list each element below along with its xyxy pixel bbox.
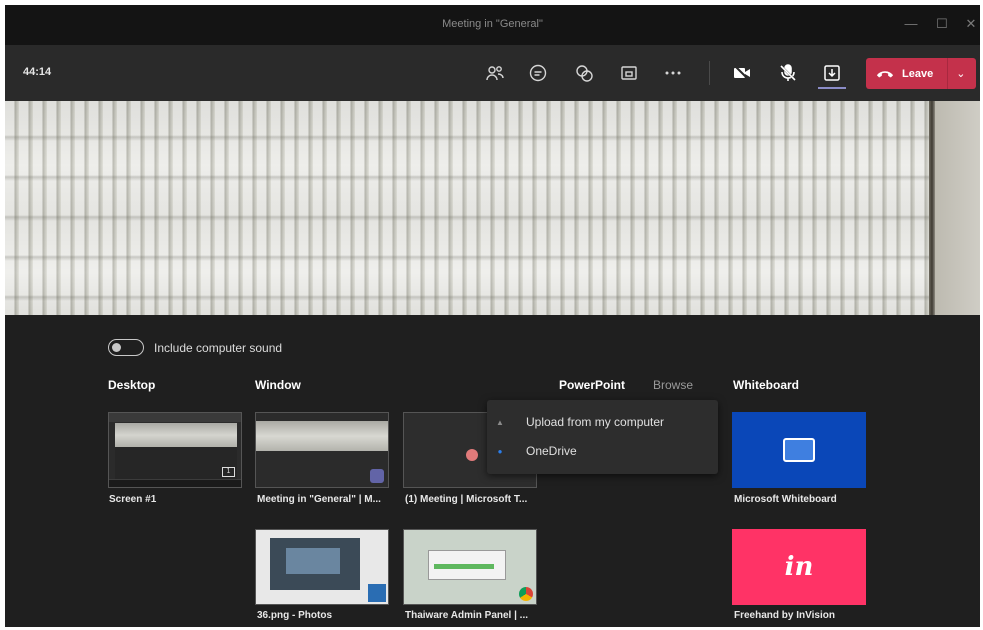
- video-feed: [5, 101, 980, 315]
- window-title: Meeting in "General": [442, 18, 543, 30]
- screen-1-label: Screen #1: [109, 494, 157, 505]
- more-options-icon[interactable]: [661, 61, 685, 85]
- leave-divider: [947, 58, 949, 89]
- call-toolbar: 44:14 Leave ⌄: [5, 45, 980, 101]
- onedrive-icon: ●: [497, 446, 503, 456]
- photos-app-icon: [368, 584, 386, 602]
- rooms-icon[interactable]: [617, 61, 641, 85]
- window-meeting-thumbnail[interactable]: [255, 412, 389, 488]
- thumb-video: [115, 423, 237, 447]
- monitor-number-badge: 1: [222, 467, 235, 477]
- thumb-progress: [434, 564, 494, 569]
- reactions-icon[interactable]: [572, 61, 596, 85]
- title-bar: Meeting in "General" — ☐ ✕: [5, 5, 980, 45]
- share-active-indicator: [818, 87, 846, 89]
- thumb-titlebar: [109, 413, 241, 422]
- screen-1-thumbnail[interactable]: 1: [108, 412, 242, 488]
- invision-freehand-label: Freehand by InVision: [734, 610, 835, 621]
- window-browser-label: (1) Meeting | Microsoft T...: [405, 494, 528, 505]
- share-tray-icon[interactable]: [820, 61, 844, 85]
- whiteboard-icon: [783, 438, 815, 462]
- chevron-down-icon[interactable]: ⌄: [956, 67, 965, 80]
- window-admin-thumbnail[interactable]: [403, 529, 537, 605]
- section-desktop: Desktop: [108, 378, 156, 392]
- thumb-taskbar: [109, 479, 241, 487]
- window-meeting-label: Meeting in "General" | M...: [257, 494, 381, 505]
- computer-sound-label: Include computer sound: [154, 341, 283, 355]
- menu-item-label: OneDrive: [526, 444, 577, 458]
- microsoft-whiteboard-tile[interactable]: [732, 412, 866, 488]
- video-wall: [935, 101, 980, 315]
- section-powerpoint: PowerPoint: [559, 378, 626, 392]
- close-icon[interactable]: ✕: [960, 13, 980, 35]
- hang-up-icon: [876, 67, 894, 81]
- chrome-app-icon: [519, 587, 533, 601]
- browse-dropdown-menu: ▲ Upload from my computer ● OneDrive: [487, 400, 718, 474]
- thumb-video: [256, 421, 388, 451]
- minimize-icon[interactable]: —: [900, 13, 922, 35]
- leave-button[interactable]: Leave ⌄: [866, 58, 976, 89]
- call-timer: 44:14: [23, 66, 52, 78]
- share-tray: Include computer sound Desktop Window Po…: [5, 315, 980, 627]
- menu-item-onedrive[interactable]: ● OneDrive: [487, 437, 718, 465]
- leave-label: Leave: [902, 67, 934, 80]
- participants-icon[interactable]: [483, 61, 507, 85]
- section-window: Window: [255, 378, 301, 392]
- maximize-icon[interactable]: ☐: [931, 13, 953, 35]
- toolbar-divider: [709, 61, 710, 85]
- menu-item-label: Upload from my computer: [526, 415, 665, 429]
- invision-logo-icon: in: [784, 552, 814, 582]
- video-bands: [5, 101, 980, 315]
- browse-button[interactable]: Browse: [653, 378, 693, 392]
- chat-icon[interactable]: [526, 61, 550, 85]
- window-photos-label: 36.png - Photos: [257, 610, 332, 621]
- teams-meeting-window: Meeting in "General" — ☐ ✕ 44:14 Leave ⌄…: [5, 5, 980, 627]
- teams-app-icon: [370, 469, 384, 483]
- camera-off-icon[interactable]: [730, 61, 754, 85]
- thumb-avatar: [466, 449, 478, 461]
- window-admin-label: Thaiware Admin Panel | ...: [405, 610, 529, 621]
- section-whiteboard: Whiteboard: [733, 378, 799, 392]
- computer-sound-toggle[interactable]: [108, 339, 144, 356]
- upload-icon: ▲: [496, 417, 504, 427]
- toggle-knob: [112, 342, 121, 352]
- thumb-content-inner: [286, 548, 340, 574]
- thumb-tray: [115, 447, 237, 479]
- window-photos-thumbnail[interactable]: [255, 529, 389, 605]
- microsoft-whiteboard-label: Microsoft Whiteboard: [734, 494, 837, 505]
- invision-freehand-tile[interactable]: in: [732, 529, 866, 605]
- mic-off-icon[interactable]: [776, 61, 800, 85]
- menu-item-upload[interactable]: ▲ Upload from my computer: [487, 408, 718, 436]
